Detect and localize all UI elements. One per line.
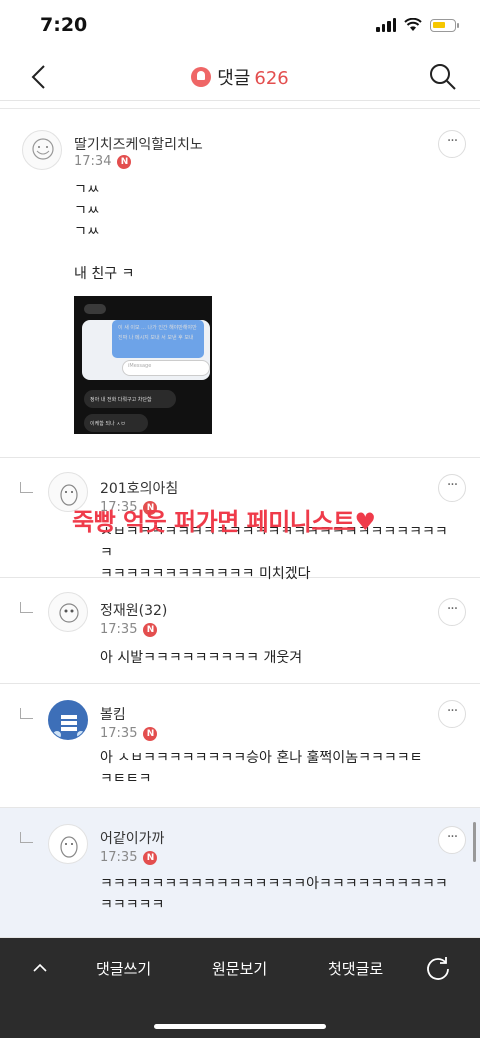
- overlay-watermark-text: 죽빵 억웃 퍼가면 페미니스트♥: [72, 508, 376, 536]
- reply-indicator: [20, 708, 33, 719]
- comment-count: 626: [254, 68, 289, 89]
- wifi-icon: [404, 18, 422, 31]
- bottom-toolbar: 댓글쓰기 원문보기 첫댓글로: [0, 938, 480, 1038]
- more-button[interactable]: ···: [438, 130, 466, 158]
- reply-indicator: [20, 832, 33, 843]
- comment-author[interactable]: 딸기치즈케익할리치노: [74, 134, 203, 154]
- attached-image[interactable]: 이 새 이모 ... 나가 인간 해야만해야만 진짜 나 메시지 보내 서 보낸…: [74, 296, 212, 434]
- comment-author[interactable]: 어같이가까: [100, 828, 164, 848]
- image-text: 이케함 되나 ㅅㅂ: [90, 421, 126, 427]
- comment-body: ㅋㅋㅋㅋㅋㅋㅋㅋㅋㅋㅋㅋㅋㅋㅋㅋ아ㅋㅋㅋㅋㅋㅋㅋㅋㅋㅋ ㅋㅋㅋㅋㅋ: [100, 876, 448, 913]
- comment-time: 17:35 N: [100, 622, 158, 637]
- battery-icon: [430, 18, 459, 32]
- image-text: 정아 내 전화 다뤄구고 차단함: [90, 397, 152, 403]
- reply-item: 볼킴 17:35 N ··· 아 ㅅㅂㅋㅋㅋㅋㅋㅋㅋㅋ승아 혼나 훌쩍이놈ㅋㅋㅋㅋ…: [0, 684, 480, 808]
- view-original-button[interactable]: 원문보기: [212, 958, 267, 979]
- chevron-up-icon[interactable]: [32, 960, 48, 976]
- bell-icon: [191, 67, 212, 87]
- time-value: 17:35: [100, 726, 138, 741]
- reply-indicator: [20, 602, 33, 613]
- title-label: 댓글: [217, 68, 251, 89]
- page-title: 댓글 626: [0, 64, 480, 90]
- image-text: iMessage: [128, 363, 152, 369]
- new-badge: N: [143, 851, 158, 865]
- comment-author[interactable]: 볼킴: [100, 704, 126, 724]
- more-button[interactable]: ···: [438, 598, 466, 626]
- comment-author[interactable]: 정재원(32): [100, 600, 167, 620]
- time-value: 17:35: [100, 850, 138, 865]
- new-badge: N: [143, 623, 158, 637]
- reply-item: 정재원(32) 17:35 N ··· 아 시발ㅋㅋㅋㅋㅋㅋㅋㅋㅋ 개웃겨: [0, 578, 480, 684]
- comment-time: 17:35 N: [100, 726, 158, 741]
- comment-author[interactable]: 201호의아침: [100, 478, 178, 498]
- status-bar: 7:20: [0, 0, 480, 56]
- avatar: [22, 130, 62, 170]
- avatar: [48, 824, 88, 864]
- write-comment-button[interactable]: 댓글쓰기: [96, 958, 151, 979]
- time-value: 17:35: [100, 622, 138, 637]
- comment-body: ㄱㅆ ㄱㅆ ㄱㅆ 내 친구 ㅋ: [74, 182, 135, 282]
- reply-item: 어같이가까 17:35 N ··· ㅋㅋㅋㅋㅋㅋㅋㅋㅋㅋㅋㅋㅋㅋㅋㅋ아ㅋㅋㅋㅋㅋㅋ…: [0, 808, 480, 938]
- refresh-icon[interactable]: [424, 954, 452, 982]
- avatar: [48, 700, 88, 740]
- avatar: [48, 592, 88, 632]
- search-icon[interactable]: [428, 62, 458, 92]
- status-icons: [376, 18, 459, 32]
- new-badge: N: [143, 727, 158, 741]
- scrollbar[interactable]: [473, 822, 476, 862]
- image-text: 진짜 나 메시지 보내 서 보낸 후 보내: [118, 335, 194, 341]
- divider: [0, 108, 480, 109]
- comment-body: 아 ㅅㅂㅋㅋㅋㅋㅋㅋㅋㅋ승아 혼나 훌쩍이놈ㅋㅋㅋㅋㅌ ㅋㅌㅌㅋ: [100, 750, 423, 787]
- comment-time: 17:35 N: [100, 850, 158, 865]
- more-button[interactable]: ···: [438, 474, 466, 502]
- time-value: 17:34: [74, 154, 112, 169]
- header: 댓글 626: [0, 56, 480, 101]
- comment-body: 아 시발ㅋㅋㅋㅋㅋㅋㅋㅋㅋ 개웃겨: [100, 650, 303, 666]
- image-text: 이 새 이모 ... 나가 인간 해야만해야만: [118, 325, 197, 331]
- message-bubble: [84, 304, 106, 314]
- home-indicator: [154, 1024, 326, 1029]
- comment-item: 딸기치즈케익할리치노 17:34 N ··· ㄱㅆ ㄱㅆ ㄱㅆ 내 친구 ㅋ: [0, 114, 480, 458]
- more-button[interactable]: ···: [438, 700, 466, 728]
- reply-indicator: [20, 482, 33, 493]
- comment-time: 17:34 N: [74, 154, 132, 169]
- new-badge: N: [117, 155, 132, 169]
- first-comment-button[interactable]: 첫댓글로: [328, 958, 383, 979]
- status-time: 7:20: [40, 14, 88, 36]
- signal-icon: [376, 18, 396, 32]
- more-button[interactable]: ···: [438, 826, 466, 854]
